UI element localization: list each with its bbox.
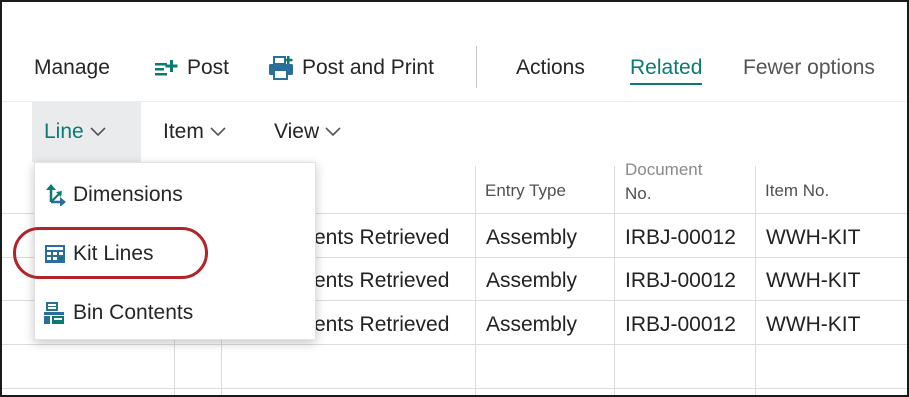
cell-item-no[interactable]: WWH-KIT <box>766 226 860 250</box>
chevron-down-icon <box>210 127 226 137</box>
menu-item-kit-lines-label: Kit Lines <box>73 242 154 265</box>
dimensions-icon <box>42 184 68 206</box>
fewer-options-label: Fewer options <box>743 56 875 79</box>
grid-row-divider <box>2 344 907 345</box>
menu-item-dimensions[interactable]: Dimensions <box>35 170 315 220</box>
related-subtabs: Line Item View <box>2 102 907 166</box>
cell-entry-type[interactable]: Assembly <box>486 269 577 293</box>
ribbon-separator <box>476 46 477 88</box>
post-button[interactable]: Post <box>155 56 229 80</box>
tab-item[interactable]: Item <box>151 102 238 162</box>
post-and-print-label: Post and Print <box>302 56 434 79</box>
header-item-no[interactable]: Item No. <box>765 180 829 202</box>
cell-item-no[interactable]: WWH-KIT <box>766 269 860 293</box>
header-entry-type[interactable]: Entry Type <box>485 180 566 202</box>
related-label: Related <box>630 56 703 79</box>
manage-menu[interactable]: Manage <box>34 56 110 80</box>
cell-status[interactable]: ents Retrieved <box>314 226 449 250</box>
fewer-options-button[interactable]: Fewer options <box>743 56 875 80</box>
post-label: Post <box>187 56 230 79</box>
actions-menu[interactable]: Actions <box>516 56 585 80</box>
window-frame: Manage Post Post and Print Actions Relat… <box>0 0 909 397</box>
manage-label: Manage <box>34 56 110 79</box>
chevron-down-icon <box>325 127 341 137</box>
tab-item-label: Item <box>163 120 204 143</box>
chevron-down-icon <box>90 127 106 137</box>
line-dropdown-menu: Dimensions Kit Lines Bin Contents <box>34 162 316 340</box>
action-ribbon: Manage Post Post and Print Actions Relat… <box>2 32 907 102</box>
cell-entry-type[interactable]: Assembly <box>486 226 577 250</box>
cell-document-no[interactable]: IRBJ-00012 <box>625 226 736 250</box>
print-icon <box>268 56 294 80</box>
cell-item-no[interactable]: WWH-KIT <box>766 313 860 337</box>
cell-document-no[interactable]: IRBJ-00012 <box>625 313 736 337</box>
actions-label: Actions <box>516 56 585 79</box>
grid-column-divider <box>475 166 476 395</box>
related-active-underline <box>630 83 703 85</box>
cell-status[interactable]: ents Retrieved <box>314 269 449 293</box>
menu-item-bin-contents-label: Bin Contents <box>73 301 194 324</box>
post-icon <box>155 59 179 77</box>
related-menu[interactable]: Related <box>630 56 703 85</box>
cell-document-no[interactable]: IRBJ-00012 <box>625 269 736 293</box>
header-document-no-line1[interactable]: Document <box>625 159 702 181</box>
cell-status[interactable]: ents Retrieved <box>314 313 449 337</box>
tab-view[interactable]: View <box>262 102 353 162</box>
kit-lines-icon <box>42 243 68 265</box>
header-document-no-line2[interactable]: No. <box>625 183 651 205</box>
tab-line[interactable]: Line <box>32 102 141 162</box>
menu-item-dimensions-label: Dimensions <box>73 183 183 206</box>
tab-view-label: View <box>274 120 320 143</box>
cell-entry-type[interactable]: Assembly <box>486 313 577 337</box>
grid-column-divider <box>614 166 615 395</box>
post-and-print-button[interactable]: Post and Print <box>268 56 434 80</box>
tab-line-label: Line <box>44 120 84 143</box>
menu-item-kit-lines[interactable]: Kit Lines <box>35 229 315 279</box>
bin-contents-icon <box>42 301 68 325</box>
grid-row-divider <box>2 388 907 389</box>
menu-item-bin-contents[interactable]: Bin Contents <box>35 288 315 338</box>
grid-column-divider <box>755 166 756 395</box>
